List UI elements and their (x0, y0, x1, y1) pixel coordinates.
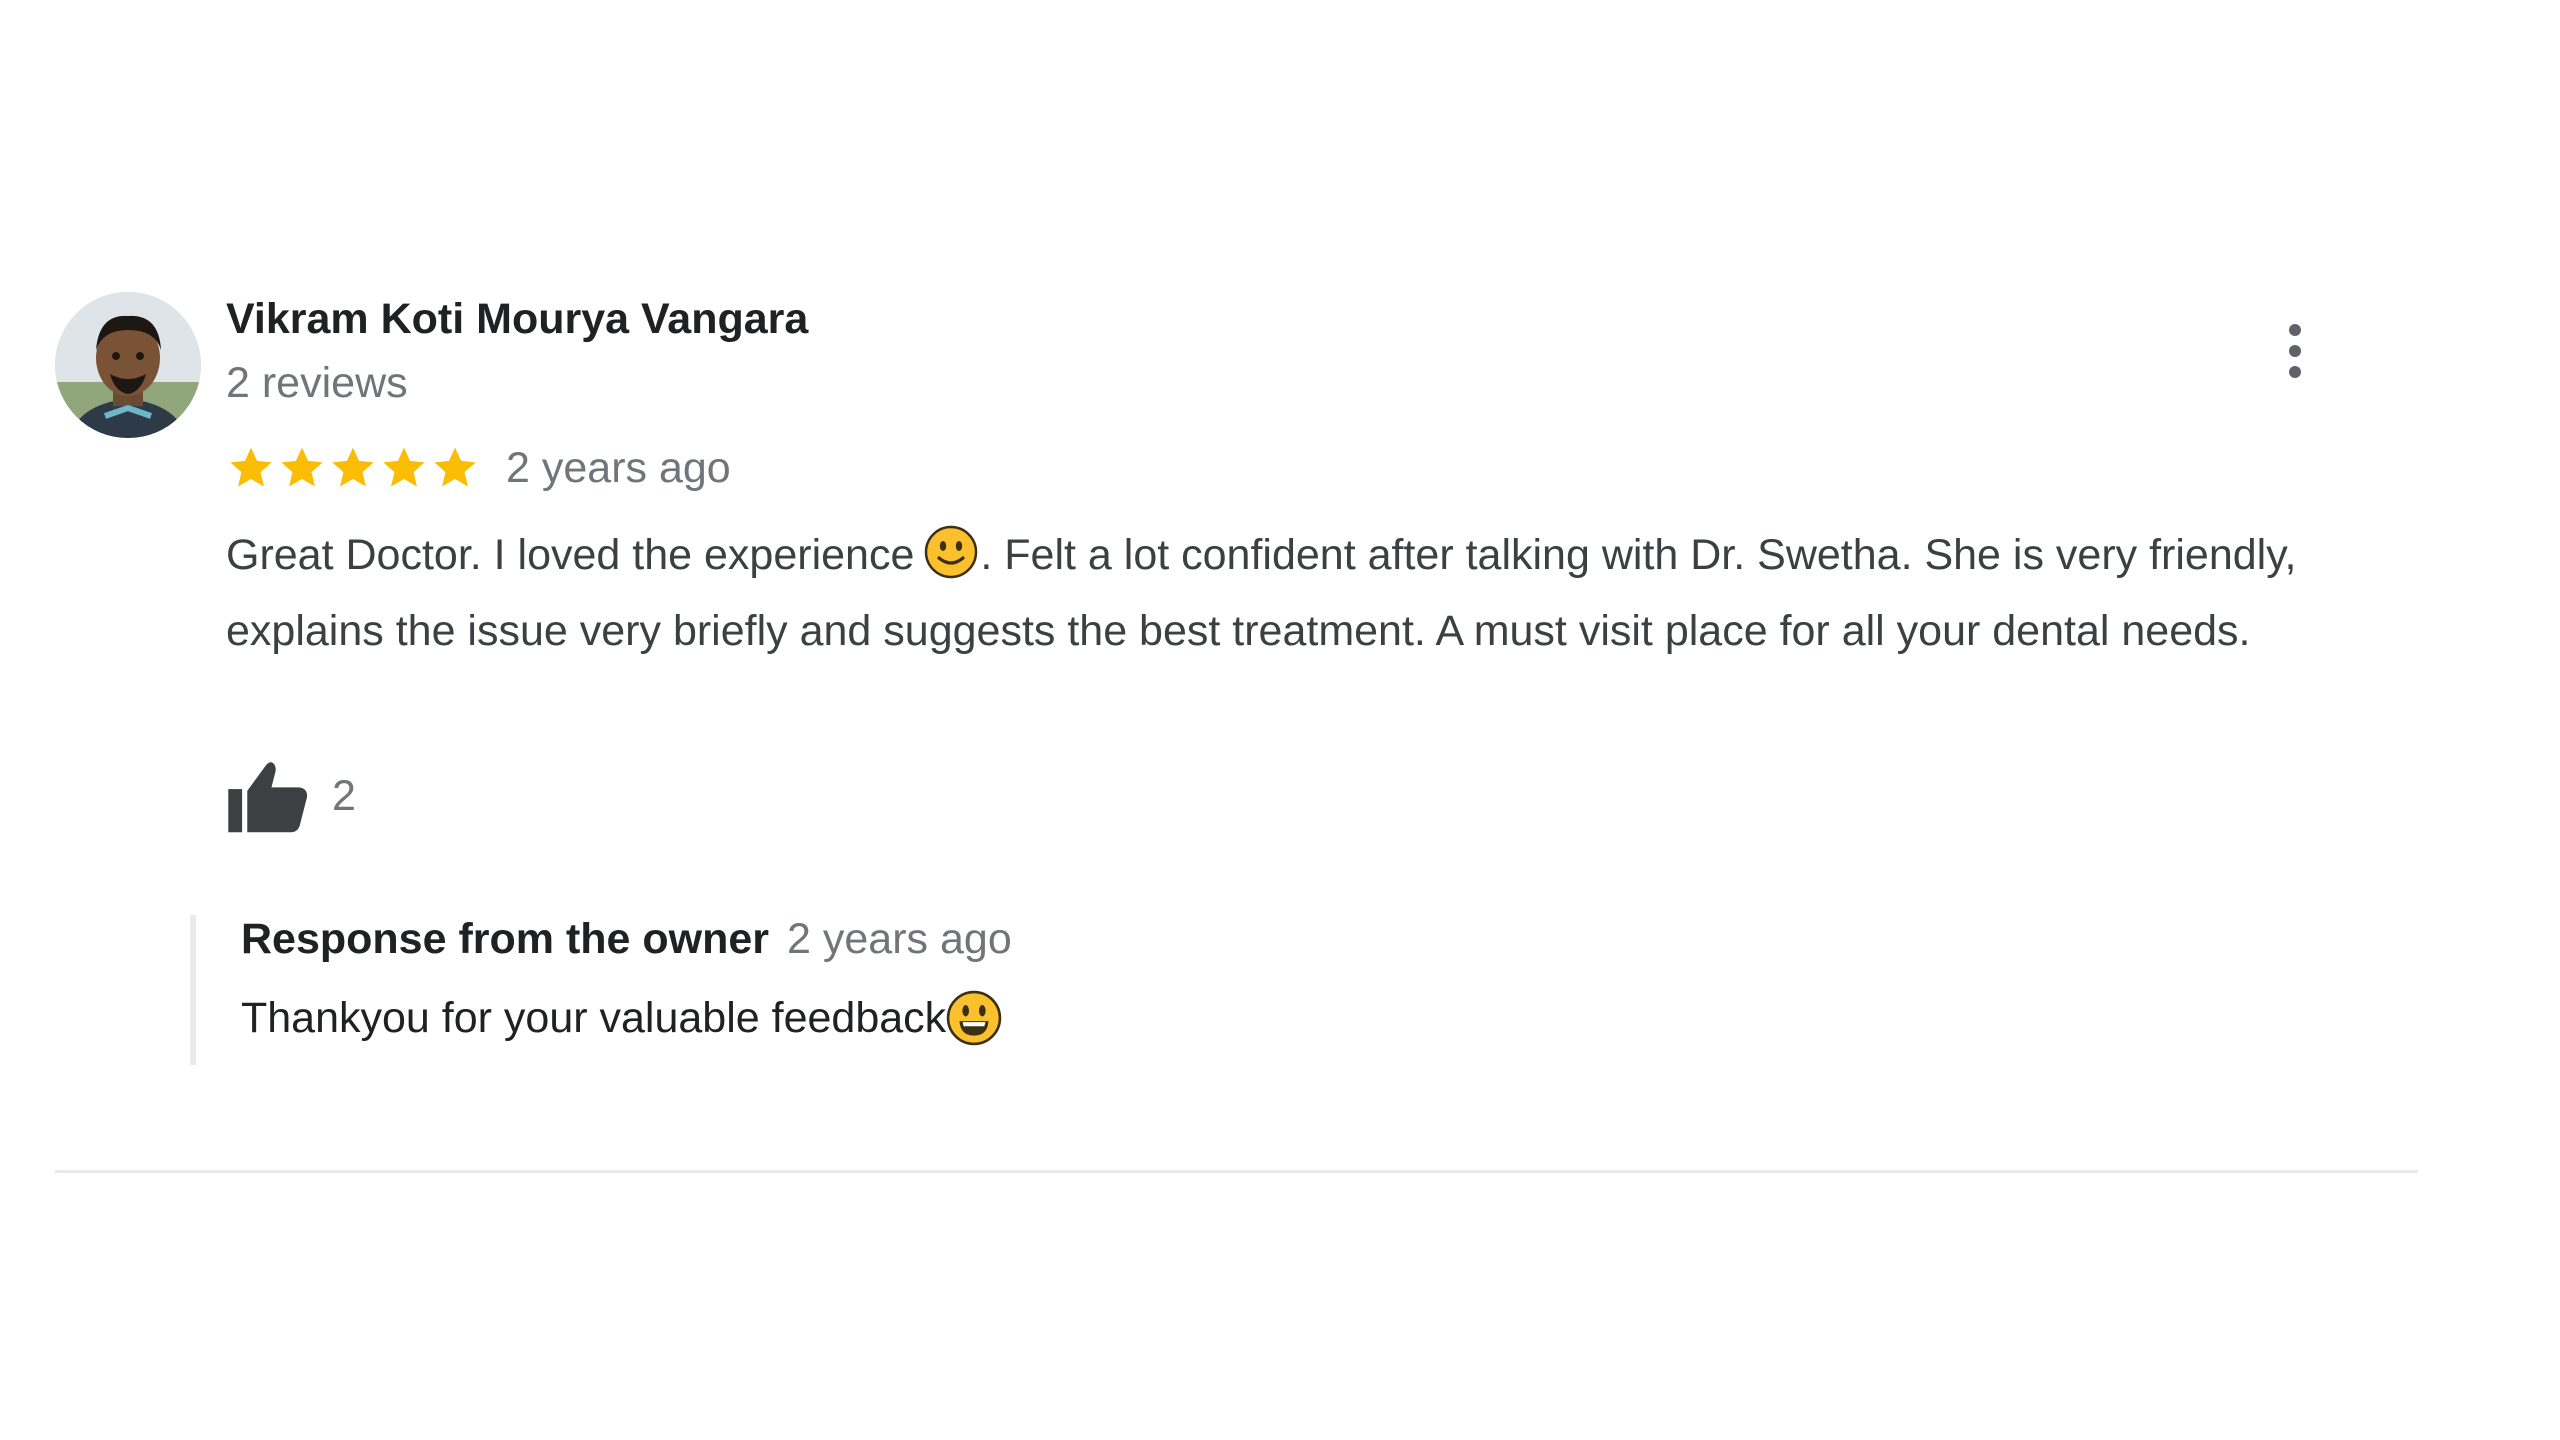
grinning-face-icon (946, 990, 1002, 1046)
review-time: 2 years ago (506, 443, 731, 492)
author-review-count: 2 reviews (226, 359, 408, 407)
thumbs-up-icon[interactable] (226, 758, 310, 834)
rating-row: 2 years ago (226, 438, 731, 498)
review-divider (55, 1170, 2418, 1173)
star-icon (430, 443, 480, 493)
owner-response: Response from the owner 2 years ago Than… (190, 915, 1012, 1065)
star-icon (379, 443, 429, 493)
more-options-button[interactable] (2270, 318, 2320, 384)
review-text: Great Doctor. I loved the experience. Fe… (226, 522, 2456, 664)
owner-response-header: Response from the owner 2 years ago (241, 915, 1012, 983)
like-row: 2 (226, 758, 356, 834)
star-icon (277, 443, 327, 493)
avatar-photo-icon (55, 292, 201, 438)
like-count: 2 (332, 771, 356, 820)
review-text-part1: Great Doctor. I loved the experience (226, 531, 915, 579)
review-header: Vikram Koti Mourya Vangara 2 reviews (226, 290, 808, 412)
more-vertical-icon (2289, 324, 2301, 378)
star-rating (226, 443, 480, 493)
owner-response-time: 2 years ago (787, 915, 1012, 963)
owner-response-body: Thankyou for your valuable feedback (241, 985, 1012, 1051)
star-icon (328, 443, 378, 493)
author-avatar[interactable] (55, 292, 201, 438)
owner-response-text: Thankyou for your valuable feedback (241, 993, 947, 1042)
owner-response-title: Response from the owner (241, 915, 770, 963)
slightly-smiling-face-icon (924, 525, 978, 598)
author-name[interactable]: Vikram Koti Mourya Vangara (226, 290, 808, 348)
star-icon (226, 443, 276, 493)
